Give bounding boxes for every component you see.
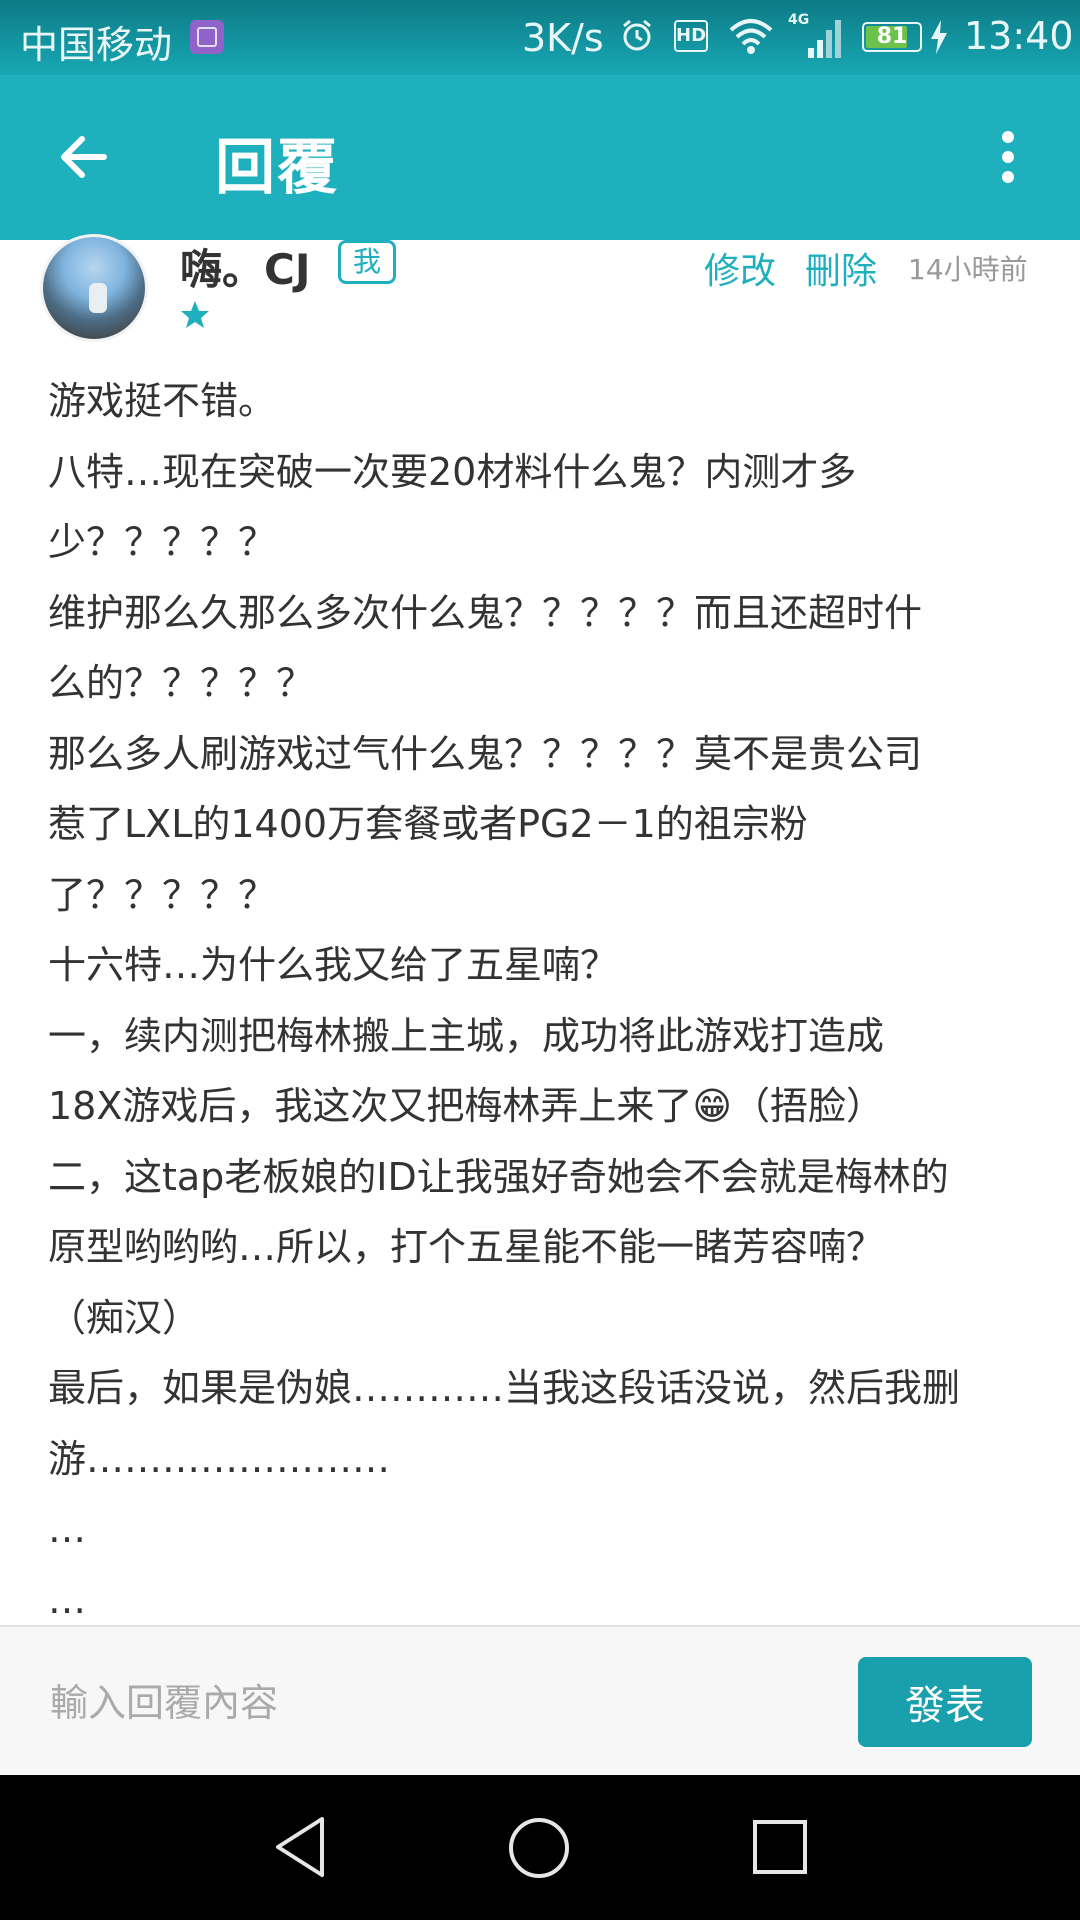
post-line: … [48,1577,86,1622]
edit-button[interactable]: 修改 [704,242,776,294]
post-content: 游戏挺不错。 八特…现在突破一次要20材料什么鬼？内测才多 少？？？？？ 维护那… [48,366,1038,1628]
post-line: 维护那么久那么多次什么鬼？？？？？而且还超时什 [48,590,923,635]
network-speed: 3K/s [522,16,604,60]
gallery-notification-icon [190,20,224,54]
battery-level: 81 [876,24,908,49]
post-line: 了？？？？？ [48,872,277,917]
post-line: 18X游戏后，我这次又把梅林弄上来了😁（捂脸） [48,1084,885,1128]
post-line: 那么多人刷游戏过气什么鬼？？？？？莫不是贵公司 [48,731,923,776]
post-line: 游…………………… [48,1436,391,1481]
nav-home-icon[interactable] [508,1817,570,1879]
hd-voice-icon: HD [674,20,708,52]
signal-icon: 4G [788,12,841,58]
system-nav-bar [0,1775,1080,1920]
username[interactable]: 嗨。CJ [180,236,310,297]
page-title: 回覆 [215,133,339,203]
status-bar: 中国移动 3K/s HD 4G 81 13:40 [0,0,1080,75]
star-rating-icon [181,301,209,328]
post-line: 八特…现在突破一次要20材料什么鬼？内测才多 [48,449,857,494]
battery-icon: 81 [862,22,922,52]
post-line: 惹了LXL的1400万套餐或者PG2－1的祖宗粉 [48,802,808,846]
reply-bar: 發表 [0,1625,1080,1775]
clock: 13:40 [964,14,1074,58]
post-line: 游戏挺不错。 [48,379,277,423]
avatar[interactable] [40,234,148,342]
send-button[interactable]: 發表 [858,1657,1032,1747]
more-options-icon[interactable] [1000,129,1016,185]
carrier-label: 中国移动 [20,23,173,67]
back-arrow-icon[interactable] [56,129,112,185]
post-line: 原型哟哟哟…所以，打个五星能不能一睹芳容喃？ [48,1225,885,1269]
reply-input[interactable] [48,1667,832,1739]
me-badge: 我 [338,240,396,284]
app-toolbar: 回覆 [0,75,1080,240]
charging-icon [931,20,947,54]
nav-back-icon[interactable] [272,1815,330,1879]
post-line: 么的？？？？？ [48,661,315,705]
post-line: 少？？？？？ [48,520,277,564]
post-line: 二，这tap老板娘的ID让我强好奇她会不会就是梅林的 [48,1154,949,1199]
post-line: （痴汉） [48,1295,201,1340]
alarm-icon [623,19,651,51]
delete-button[interactable]: 刪除 [805,242,877,294]
post-line: 一，续内测把梅林搬上主城，成功将此游戏打造成 [48,1013,885,1058]
post-line: 最后，如果是伪娘…………当我这段话没说，然后我删 [48,1366,961,1410]
wifi-icon [729,19,773,54]
post-line: 十六特…为什么我又给了五星喃？ [48,943,619,987]
network-type-label: 4G [788,12,809,28]
post-line: … [48,1507,86,1551]
nav-recent-apps-icon[interactable] [752,1819,808,1875]
post-timestamp: 14小時前 [908,253,1028,286]
